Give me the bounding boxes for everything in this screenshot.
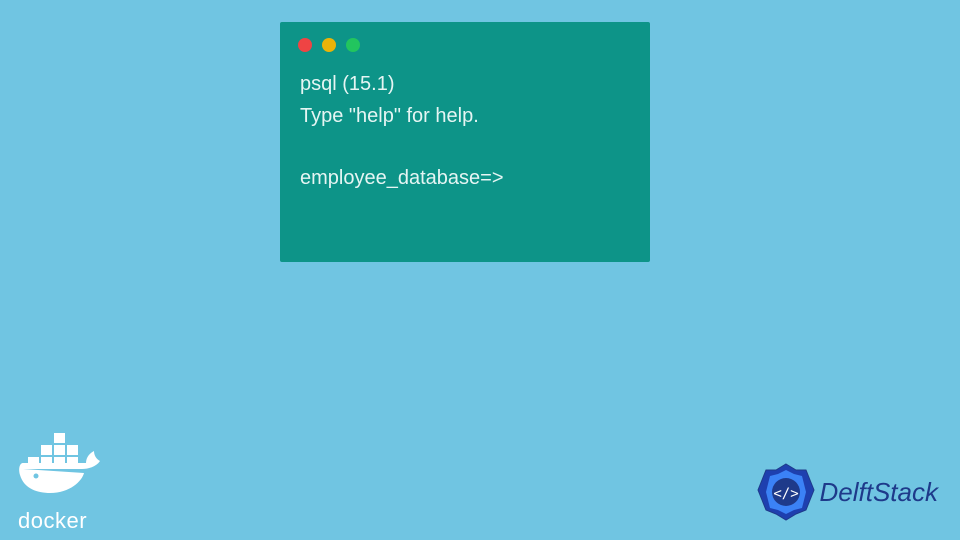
terminal-line: Type "help" for help. [300, 100, 630, 132]
docker-label: docker [18, 508, 118, 534]
svg-text:</>: </> [773, 486, 798, 502]
close-icon[interactable] [298, 38, 312, 52]
terminal-window: psql (15.1) Type "help" for help. employ… [280, 22, 650, 262]
delftstack-label: DelftStack [820, 477, 939, 508]
docker-logo: docker [18, 433, 118, 534]
terminal-line: psql (15.1) [300, 68, 630, 100]
blank-line [300, 132, 630, 162]
docker-whale-icon [18, 433, 118, 503]
minimize-icon[interactable] [322, 38, 336, 52]
delftstack-logo: </> DelftStack [756, 462, 939, 522]
terminal-titlebar [280, 22, 650, 60]
terminal-content[interactable]: psql (15.1) Type "help" for help. employ… [280, 60, 650, 202]
terminal-prompt: employee_database=> [300, 162, 630, 194]
maximize-icon[interactable] [346, 38, 360, 52]
delftstack-badge-icon: </> [756, 462, 816, 522]
